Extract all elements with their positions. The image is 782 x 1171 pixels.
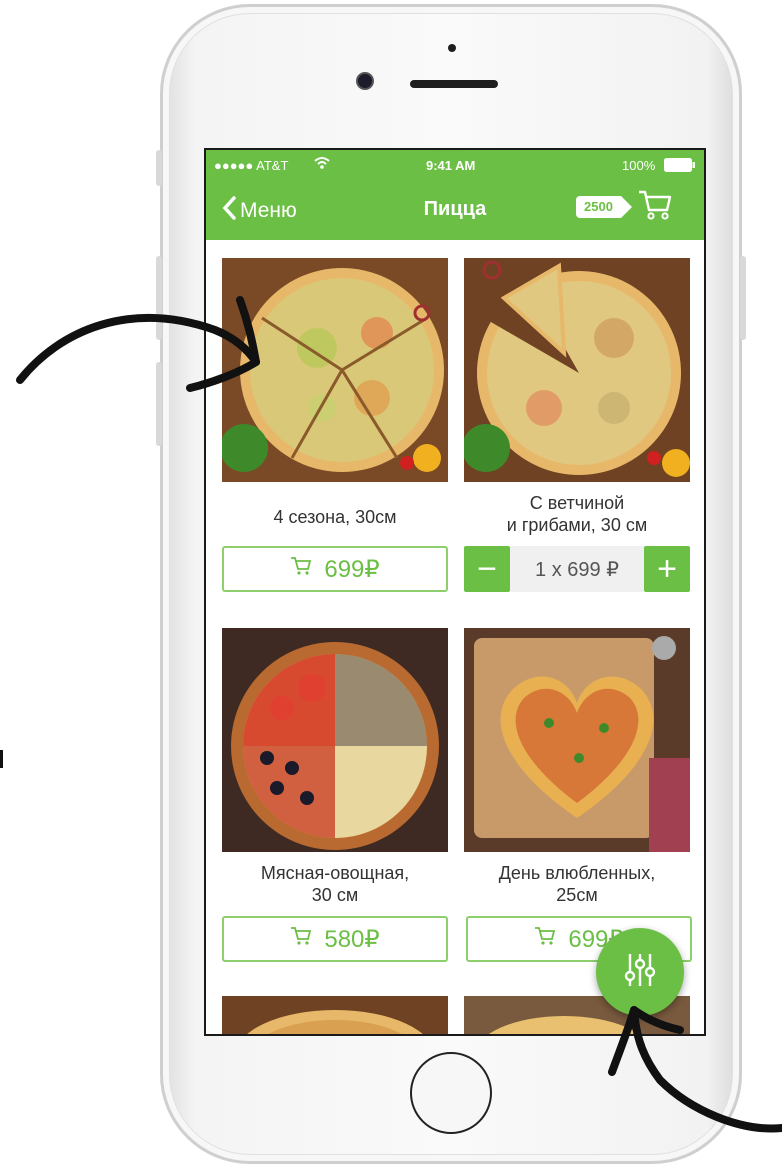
product-card[interactable]: 4 сезона, 30см: [222, 258, 448, 528]
carrier-label: ●●●●● AT&T: [214, 158, 289, 173]
chevron-left-icon: [222, 196, 236, 226]
product-name: День влюбленных,: [498, 863, 656, 883]
product-name-line2: 30 см: [311, 885, 359, 905]
quantity-value: 1 x 699 ₽: [510, 546, 644, 592]
pizza-photo: [222, 628, 448, 852]
pizza-photo: [464, 258, 690, 482]
back-label: Меню: [240, 199, 297, 222]
volume-up-button: [156, 256, 162, 340]
wifi-icon: [314, 156, 330, 173]
power-button: [740, 256, 746, 340]
earpiece-speaker: [410, 80, 498, 88]
product-name-line2: 25см: [556, 885, 598, 905]
cart-icon: [534, 925, 556, 953]
navigation-bar: Меню Пицца 2500: [206, 180, 704, 240]
product-name-line2: и грибами, 30 см: [506, 515, 648, 535]
app-screen: ●●●●● AT&T 9:41 AM 100% Меню Пицца 2500: [204, 148, 706, 1036]
cart-total-badge: 2500: [576, 196, 632, 218]
filter-button[interactable]: [596, 928, 684, 1016]
cart-icon: [290, 555, 312, 583]
decrement-button[interactable]: −: [464, 546, 510, 592]
cart-button[interactable]: 2500: [576, 190, 673, 222]
volume-down-button: [156, 362, 162, 446]
product-card[interactable]: С ветчиной и грибами, 30 см: [464, 258, 690, 536]
quantity-stepper[interactable]: − 1 x 699 ₽ +: [464, 546, 690, 592]
cart-icon: [637, 188, 673, 227]
pizza-photo: [464, 628, 690, 852]
front-sensor: [448, 44, 456, 52]
price-label: 699₽: [324, 555, 380, 583]
mute-switch: [156, 150, 162, 186]
status-bar: ●●●●● AT&T 9:41 AM 100%: [206, 150, 704, 180]
clock: 9:41 AM: [426, 158, 476, 173]
battery-percent: 100%: [622, 158, 656, 173]
increment-button[interactable]: +: [644, 546, 690, 592]
front-camera: [358, 74, 372, 88]
product-card[interactable]: День влюбленных, 25см: [464, 628, 690, 906]
sliders-icon: [620, 950, 660, 995]
add-to-cart-button[interactable]: 699₽: [222, 546, 448, 592]
product-name: С ветчиной: [529, 493, 625, 513]
battery-icon: [664, 158, 696, 175]
product-card[interactable]: Мясная-овощная, 30 см: [222, 628, 448, 906]
product-name: 4 сезона, 30см: [273, 507, 397, 527]
pizza-photo: [222, 258, 448, 482]
product-name: Мясная-овощная,: [260, 863, 410, 883]
cart-icon: [290, 925, 312, 953]
pizza-photo: [222, 996, 448, 1034]
back-button[interactable]: Меню: [222, 196, 297, 226]
price-label: 580₽: [324, 925, 380, 953]
add-to-cart-button[interactable]: 580₽: [222, 916, 448, 962]
home-button[interactable]: [410, 1052, 492, 1134]
